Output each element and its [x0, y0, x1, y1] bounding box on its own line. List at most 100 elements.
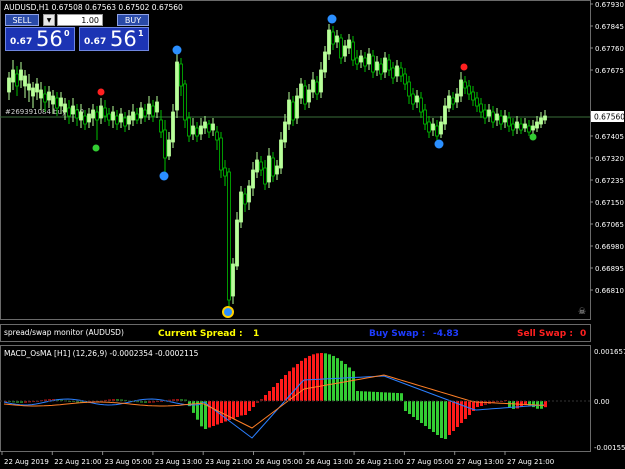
macd-bar	[236, 401, 239, 417]
chart-canvas[interactable]: #269391084 buy 1.00 AUDUSD,H1 0.67508 0.…	[0, 0, 625, 469]
candle-body	[295, 95, 299, 119]
candle-body	[7, 77, 11, 93]
candle-body	[479, 103, 483, 113]
time-label: 22 Aug 21:00	[54, 458, 101, 466]
buy-swap-label: Buy Swap :	[369, 329, 425, 339]
candle-body	[155, 101, 159, 113]
ask-price-box[interactable]: 0.67 56 1	[79, 27, 149, 51]
price-label: 0.67065	[595, 221, 624, 229]
lot-decrease-icon[interactable]: ▼	[43, 14, 55, 26]
lot-size-input[interactable]: 1.00	[57, 14, 103, 26]
time-label: 26 Aug 21:00	[356, 458, 403, 466]
price-label: 0.66980	[595, 243, 624, 251]
buy-button[interactable]: BUY	[117, 14, 149, 26]
candle-body	[519, 123, 523, 131]
macd-zero-label: 0.00	[594, 398, 610, 406]
macd-bar	[388, 392, 391, 401]
fractal-markers	[92, 14, 537, 318]
fractal-dot	[529, 133, 537, 141]
macd-bar	[276, 383, 279, 401]
sell-swap-label: Sell Swap :	[517, 329, 573, 339]
fractal-dot	[224, 308, 232, 316]
candle-body	[139, 107, 143, 119]
price-label: 0.66895	[595, 265, 624, 273]
ask-sup: 1	[138, 29, 144, 38]
macd-bar	[192, 401, 195, 413]
candle-body	[35, 83, 39, 93]
candle-body	[239, 191, 243, 223]
candle-body	[403, 73, 407, 85]
fractal-dot	[97, 88, 105, 96]
macd-bar	[364, 391, 367, 401]
candle-body	[119, 113, 123, 123]
time-label: 26 Aug 13:00	[306, 458, 353, 466]
candle-body	[115, 115, 119, 125]
candle-body	[303, 85, 307, 105]
candle-body	[299, 83, 303, 99]
macd-histogram	[4, 353, 547, 439]
candle-body	[51, 95, 55, 105]
macd-bar	[412, 401, 415, 417]
candle-body	[163, 129, 167, 159]
macd-bar	[424, 401, 427, 426]
candle-body	[111, 111, 115, 121]
macd-bar	[544, 401, 547, 408]
candle-body	[375, 61, 379, 71]
candle-body	[539, 117, 543, 125]
candle-body	[411, 93, 415, 105]
macd-bar	[404, 401, 407, 411]
macd-bar	[432, 401, 435, 432]
candle-body	[435, 125, 439, 137]
sell-button[interactable]: SELL	[5, 14, 39, 26]
candle-body	[67, 107, 71, 117]
candle-body	[95, 111, 99, 121]
candle-body	[543, 115, 547, 121]
one-click-trading-panel: SELL ▼ 1.00 BUY 0.67 56 0 0.67 56 1	[5, 14, 149, 52]
candle-body	[415, 95, 419, 103]
macd-bar	[464, 401, 467, 419]
candle-body	[131, 111, 135, 121]
chart-header: AUDUSD,H1 0.67508 0.67563 0.67502 0.6756…	[4, 3, 183, 12]
bid-price-box[interactable]: 0.67 56 0	[5, 27, 75, 51]
candle-body	[107, 113, 111, 121]
candle-body	[127, 115, 131, 125]
candle-body	[307, 89, 311, 103]
macd-bar	[396, 393, 399, 401]
candle-body	[499, 115, 503, 125]
candle-body	[491, 111, 495, 123]
candle-body	[47, 91, 51, 101]
candle-body	[191, 125, 195, 135]
candle-body	[71, 105, 75, 115]
candle-body	[75, 109, 79, 119]
candle-body	[383, 57, 387, 73]
candle-body	[339, 37, 343, 59]
candle-body	[39, 89, 43, 99]
time-label: 23 Aug 21:00	[205, 458, 252, 466]
price-label: 0.67930	[595, 1, 624, 9]
candle-body	[123, 117, 127, 127]
macd-bar	[316, 353, 319, 401]
price-label: 0.67320	[595, 155, 624, 163]
candle-body	[247, 185, 251, 203]
candle-body	[407, 81, 411, 97]
fractal-dot	[159, 171, 169, 181]
candle-body	[475, 97, 479, 107]
fractal-dot	[327, 14, 337, 24]
macd-bar	[392, 392, 395, 401]
macd-bar	[244, 401, 247, 415]
candle-body	[263, 167, 267, 185]
bid-big: 56	[36, 27, 63, 51]
macd-bar	[328, 354, 331, 401]
macd-bar	[296, 364, 299, 401]
candle-body	[483, 109, 487, 119]
candle-body	[367, 53, 371, 65]
candle-body	[319, 69, 323, 93]
macd-bar	[232, 401, 235, 419]
candle-body	[11, 69, 15, 83]
macd-bar	[280, 379, 283, 401]
mt4-chart-window[interactable]: #269391084 buy 1.00 AUDUSD,H1 0.67508 0.…	[0, 0, 625, 469]
monitor-title: spread/swap monitor (AUDUSD)	[4, 328, 124, 337]
macd-bar	[416, 401, 419, 420]
bid-small: 0.67	[10, 37, 33, 47]
macd-bar	[348, 367, 351, 401]
